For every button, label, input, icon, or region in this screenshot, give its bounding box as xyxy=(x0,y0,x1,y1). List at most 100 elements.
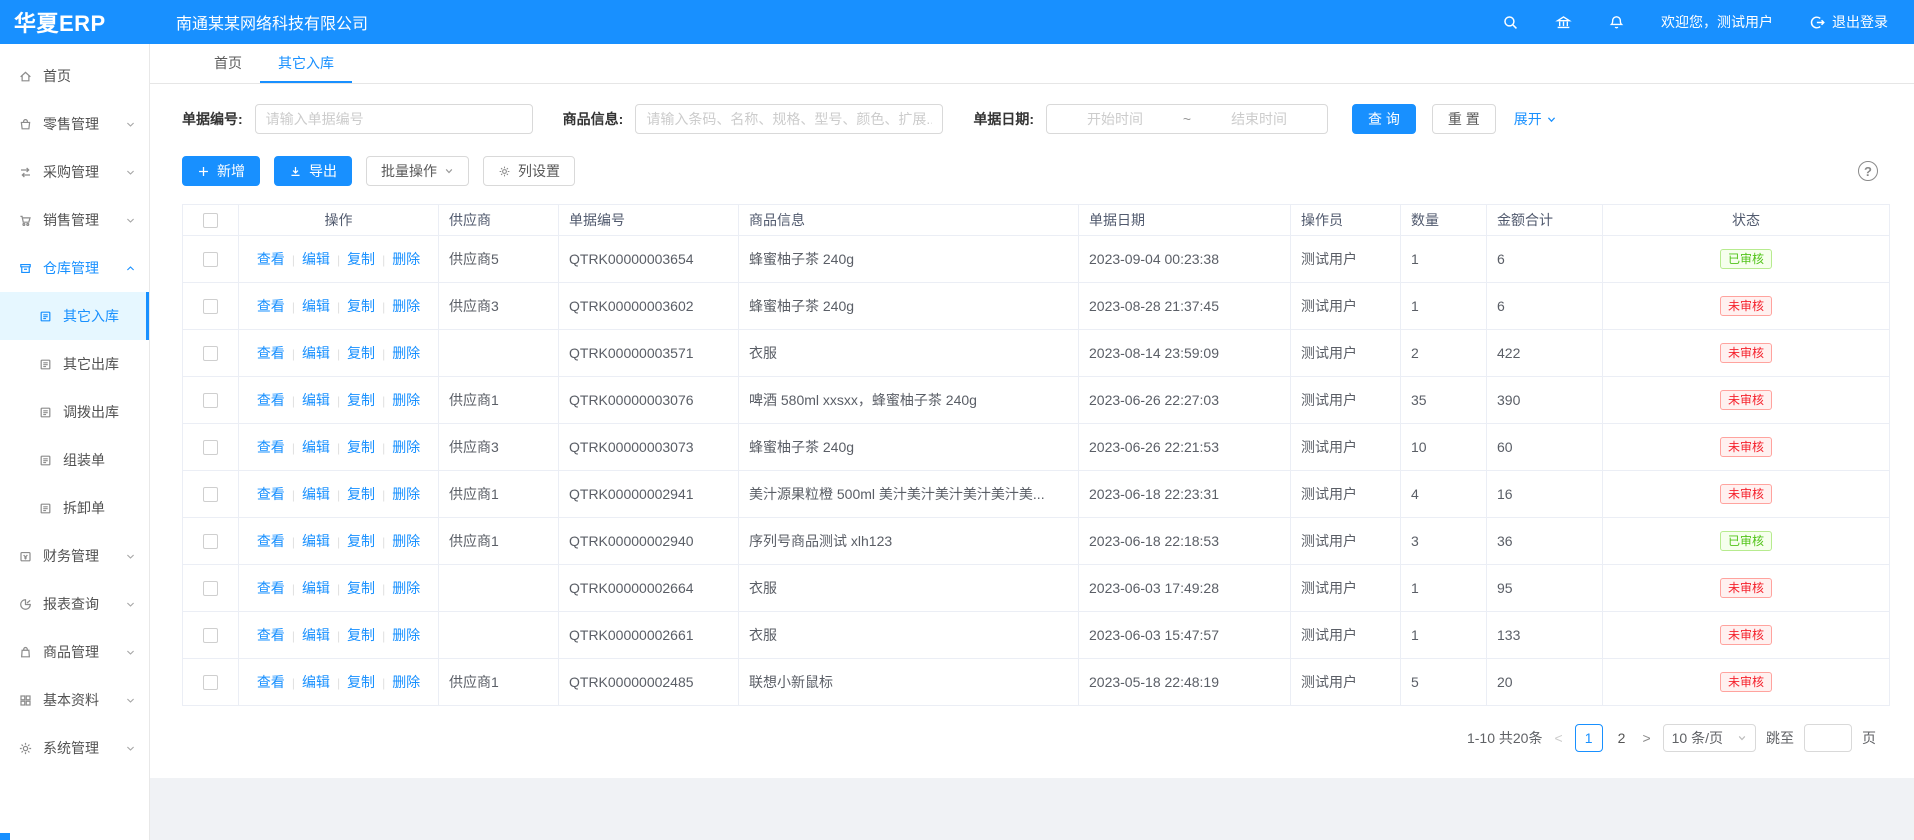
cell-actions: 查看|编辑|复制|删除 xyxy=(239,518,439,565)
sidebar-item-goods[interactable]: 商品管理 xyxy=(0,628,149,676)
action-separator: | xyxy=(337,488,340,502)
row-action-delete[interactable]: 删除 xyxy=(392,674,420,690)
row-action-edit[interactable]: 编辑 xyxy=(302,533,330,549)
sidebar-item-sales[interactable]: 销售管理 xyxy=(0,196,149,244)
search-icon[interactable] xyxy=(1502,14,1519,31)
date-range-picker[interactable]: 开始时间 ~ 结束时间 xyxy=(1046,104,1328,134)
row-checkbox[interactable] xyxy=(203,581,218,596)
row-action-delete[interactable]: 删除 xyxy=(392,345,420,361)
help-icon[interactable]: ? xyxy=(1858,161,1878,181)
tab-home[interactable]: 首页 xyxy=(196,44,260,83)
row-checkbox[interactable] xyxy=(203,628,218,643)
chevron-down-icon xyxy=(1546,114,1557,125)
row-action-delete[interactable]: 删除 xyxy=(392,298,420,314)
row-action-delete[interactable]: 删除 xyxy=(392,580,420,596)
row-action-view[interactable]: 查看 xyxy=(257,580,285,596)
row-action-view[interactable]: 查看 xyxy=(257,298,285,314)
row-action-view[interactable]: 查看 xyxy=(257,627,285,643)
add-button[interactable]: 新增 xyxy=(182,156,260,186)
row-action-copy[interactable]: 复制 xyxy=(347,486,375,502)
row-action-copy[interactable]: 复制 xyxy=(347,345,375,361)
sidebar-item-report[interactable]: 报表查询 xyxy=(0,580,149,628)
row-action-copy[interactable]: 复制 xyxy=(347,627,375,643)
row-action-edit[interactable]: 编辑 xyxy=(302,298,330,314)
row-checkbox[interactable] xyxy=(203,440,218,455)
row-action-edit[interactable]: 编辑 xyxy=(302,345,330,361)
row-action-copy[interactable]: 复制 xyxy=(347,533,375,549)
row-action-view[interactable]: 查看 xyxy=(257,486,285,502)
jump-to-input[interactable] xyxy=(1804,724,1852,752)
sidebar-item-purchase[interactable]: 采购管理 xyxy=(0,148,149,196)
tab-other-inbound[interactable]: 其它入库 xyxy=(260,44,352,83)
product-info-input[interactable] xyxy=(635,104,943,134)
row-action-copy[interactable]: 复制 xyxy=(347,580,375,596)
sidebar-item-disassembly[interactable]: 拆卸单 xyxy=(0,484,149,532)
row-action-delete[interactable]: 删除 xyxy=(392,486,420,502)
tab-bar: 首页 其它入库 xyxy=(150,44,1914,84)
sidebar-item-basic[interactable]: 基本资料 xyxy=(0,676,149,724)
row-action-delete[interactable]: 删除 xyxy=(392,439,420,455)
row-action-view[interactable]: 查看 xyxy=(257,533,285,549)
row-action-copy[interactable]: 复制 xyxy=(347,392,375,408)
export-button[interactable]: 导出 xyxy=(274,156,352,186)
logout-button[interactable]: 退出登录 xyxy=(1809,12,1888,32)
prev-page-button[interactable]: < xyxy=(1552,730,1564,746)
row-action-edit[interactable]: 编辑 xyxy=(302,674,330,690)
batch-actions-button[interactable]: 批量操作 xyxy=(366,156,469,186)
row-action-view[interactable]: 查看 xyxy=(257,345,285,361)
row-action-delete[interactable]: 删除 xyxy=(392,392,420,408)
row-action-view[interactable]: 查看 xyxy=(257,392,285,408)
row-checkbox[interactable] xyxy=(203,346,218,361)
page-number-2[interactable]: 2 xyxy=(1613,730,1631,746)
row-action-view[interactable]: 查看 xyxy=(257,674,285,690)
cell-actions: 查看|编辑|复制|删除 xyxy=(239,471,439,518)
column-settings-button[interactable]: 列设置 xyxy=(483,156,575,186)
select-all-checkbox[interactable] xyxy=(203,213,218,228)
reset-button[interactable]: 重 置 xyxy=(1432,104,1496,134)
row-action-edit[interactable]: 编辑 xyxy=(302,627,330,643)
expand-link[interactable]: 展开 xyxy=(1514,109,1557,129)
row-checkbox[interactable] xyxy=(203,534,218,549)
row-action-delete[interactable]: 删除 xyxy=(392,251,420,267)
cell-qty: 5 xyxy=(1401,659,1487,706)
sidebar-item-warehouse[interactable]: 仓库管理 xyxy=(0,244,149,292)
bell-icon[interactable] xyxy=(1608,14,1625,31)
bill-no-input[interactable] xyxy=(255,104,533,134)
page-number-1[interactable]: 1 xyxy=(1575,724,1603,752)
jump-to-label: 跳至 xyxy=(1766,728,1794,748)
next-page-button[interactable]: > xyxy=(1640,730,1652,746)
cell-date: 2023-05-18 22:48:19 xyxy=(1079,659,1291,706)
sidebar-item-transfer-out[interactable]: 调拨出库 xyxy=(0,388,149,436)
row-action-delete[interactable]: 删除 xyxy=(392,533,420,549)
filter-row: 单据编号: 商品信息: 单据日期: 开始时间 ~ 结束时间 查 询 重 置 xyxy=(150,84,1914,134)
row-action-edit[interactable]: 编辑 xyxy=(302,486,330,502)
sidebar-item-other-out[interactable]: 其它出库 xyxy=(0,340,149,388)
row-action-edit[interactable]: 编辑 xyxy=(302,392,330,408)
row-checkbox[interactable] xyxy=(203,393,218,408)
sidebar-item-retail[interactable]: 零售管理 xyxy=(0,100,149,148)
sidebar-item-system[interactable]: 系统管理 xyxy=(0,724,149,772)
row-action-copy[interactable]: 复制 xyxy=(347,251,375,267)
search-button[interactable]: 查 询 xyxy=(1352,104,1416,134)
row-action-copy[interactable]: 复制 xyxy=(347,674,375,690)
sidebar-item-other-in[interactable]: 其它入库 xyxy=(0,292,149,340)
sidebar-item-assembly[interactable]: 组装单 xyxy=(0,436,149,484)
row-action-edit[interactable]: 编辑 xyxy=(302,251,330,267)
platform-icon[interactable] xyxy=(1555,14,1572,31)
page-size-select[interactable]: 10 条/页 xyxy=(1663,724,1756,752)
pagination-total: 1-10 共20条 xyxy=(1467,728,1542,748)
row-action-edit[interactable]: 编辑 xyxy=(302,439,330,455)
sidebar-item-home[interactable]: 首页 xyxy=(0,52,149,100)
sidebar-item-finance[interactable]: 财务管理 xyxy=(0,532,149,580)
row-checkbox[interactable] xyxy=(203,487,218,502)
row-action-view[interactable]: 查看 xyxy=(257,251,285,267)
row-checkbox[interactable] xyxy=(203,675,218,690)
row-action-delete[interactable]: 删除 xyxy=(392,627,420,643)
row-action-view[interactable]: 查看 xyxy=(257,439,285,455)
row-action-copy[interactable]: 复制 xyxy=(347,439,375,455)
row-checkbox[interactable] xyxy=(203,299,218,314)
row-action-copy[interactable]: 复制 xyxy=(347,298,375,314)
col-header-status: 状态 xyxy=(1603,205,1890,236)
row-action-edit[interactable]: 编辑 xyxy=(302,580,330,596)
row-checkbox[interactable] xyxy=(203,252,218,267)
